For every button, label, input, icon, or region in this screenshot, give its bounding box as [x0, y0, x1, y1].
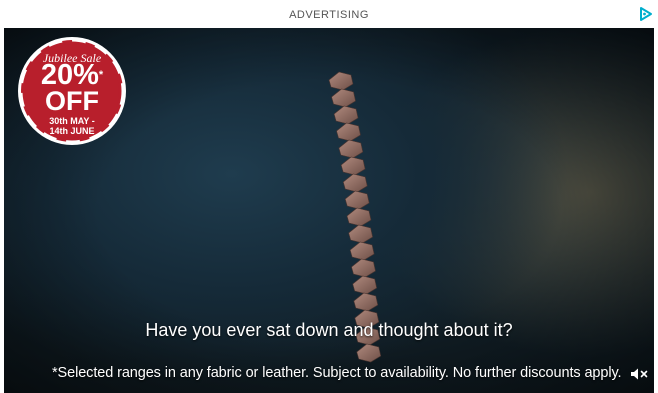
chair-shape	[331, 88, 356, 108]
video-player[interactable]: Jubilee Sale 20%* OFF 30th MAY - 14th JU…	[4, 28, 654, 393]
speaker-muted-icon[interactable]	[629, 367, 649, 381]
chair-shape	[349, 241, 375, 261]
advertising-label: ADVERTISING	[289, 9, 369, 21]
badge-discount-mark: *	[98, 69, 104, 81]
chair-shape	[340, 156, 366, 176]
ad-header: ADVERTISING	[0, 0, 658, 28]
chair-shape	[346, 207, 372, 227]
chair-shape	[351, 258, 376, 278]
chair-shape	[348, 224, 373, 244]
chair-shape	[356, 343, 382, 363]
chair-shape	[333, 105, 359, 125]
badge-date-2: 14th JUNE	[49, 126, 95, 136]
video-caption: Have you ever sat down and thought about…	[145, 320, 513, 340]
badge-off: OFF	[45, 86, 99, 116]
chair-shape	[336, 122, 361, 142]
adchoices-icon[interactable]	[638, 6, 654, 22]
chair-shape	[342, 173, 368, 193]
badge-date-1: 30th MAY -	[49, 116, 95, 126]
badge-text: Jubilee Sale 20%* OFF 30th MAY - 14th JU…	[17, 36, 127, 146]
disclaimer-text: *Selected ranges in any fabric or leathe…	[52, 365, 622, 381]
chair-shape	[344, 190, 370, 210]
chair-shape	[352, 275, 378, 295]
chair-shape	[338, 139, 364, 159]
chair-shape	[328, 71, 354, 91]
chair-shape	[353, 292, 379, 312]
